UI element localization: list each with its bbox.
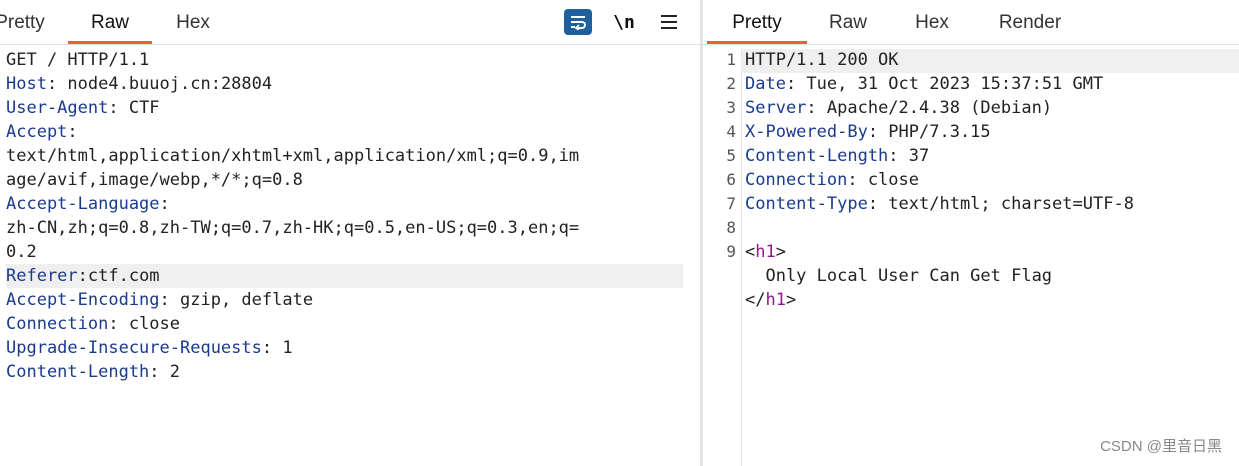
line-number: 1 <box>726 50 736 69</box>
response-line: HTTP/1.1 200 OK <box>745 50 899 70</box>
request-line: GET / HTTP/1.1 <box>6 50 150 70</box>
line-number: 8 <box>726 218 736 237</box>
response-line: Date: Tue, 31 Oct 2023 15:37:51 GMT <box>745 74 1104 94</box>
line-number: 6 <box>726 170 736 189</box>
response-pane: Pretty Raw Hex Render 1 2 3 4 5 6 7 8 9 … <box>703 0 1239 466</box>
line-number: 5 <box>726 146 736 165</box>
html-body-text: Only Local User Can Get Flag <box>745 266 1053 286</box>
watermark: CSDN @里音日黑 <box>1100 438 1222 455</box>
show-newlines-button[interactable]: \n <box>610 9 638 35</box>
response-line: Content-Type: text/html; charset=UTF-8 <box>745 194 1134 214</box>
html-close-tag: </h1> <box>745 290 797 310</box>
wrap-lines-button[interactable] <box>564 9 592 35</box>
line-number-gutter: 1 2 3 4 5 6 7 8 9 <box>703 48 742 466</box>
response-tabbar: Pretty Raw Hex Render <box>703 0 1239 45</box>
line-number: 7 <box>726 194 736 213</box>
request-line: 0.2 <box>6 242 37 262</box>
hamburger-menu-icon <box>661 15 677 29</box>
response-line: Content-Length: 37 <box>745 146 930 166</box>
line-number: 3 <box>726 98 736 117</box>
line-number: 4 <box>726 122 736 141</box>
request-line: zh-CN,zh;q=0.8,zh-TW;q=0.7,zh-HK;q=0.5,e… <box>6 218 580 238</box>
line-number: 2 <box>726 74 736 93</box>
request-tab-hex[interactable]: Hex <box>158 12 228 43</box>
response-tab-render[interactable]: Render <box>987 12 1073 43</box>
request-editor[interactable]: GET / HTTP/1.1 Host: node4.buuoj.cn:2880… <box>6 48 683 384</box>
request-line: Accept-Encoding: gzip, deflate <box>6 290 314 310</box>
request-line: Accept: <box>6 122 78 142</box>
response-line-empty <box>745 216 1239 240</box>
request-line: Content-Length: 2 <box>6 362 181 382</box>
line-number: 9 <box>726 242 736 261</box>
request-line: Upgrade-Insecure-Requests: 1 <box>6 338 293 358</box>
request-menu-button[interactable] <box>655 9 683 35</box>
request-pane: Pretty Raw Hex \n GET / HTTP/1.1 Host: n… <box>0 0 700 466</box>
response-tab-pretty[interactable]: Pretty <box>707 12 807 44</box>
request-line: text/html,application/xhtml+xml,applicat… <box>6 146 580 166</box>
request-tabbar: Pretty Raw Hex \n <box>0 0 700 45</box>
response-line: Server: Apache/2.4.38 (Debian) <box>745 98 1053 118</box>
response-line: X-Powered-By: PHP/7.3.15 <box>745 122 991 142</box>
request-line: Host: node4.buuoj.cn:28804 <box>6 74 273 94</box>
wrap-lines-icon <box>571 16 586 30</box>
request-line: Connection: close <box>6 314 181 334</box>
response-line: Connection: close <box>745 170 920 190</box>
request-line: age/avif,image/webp,*/*;q=0.8 <box>6 170 303 190</box>
request-line: Accept-Language: <box>6 194 170 214</box>
request-line-highlighted: Referer:ctf.com <box>6 264 683 288</box>
response-tab-raw[interactable]: Raw <box>815 12 881 43</box>
response-tab-hex[interactable]: Hex <box>899 12 965 43</box>
request-tab-pretty[interactable]: Pretty <box>0 12 46 43</box>
response-viewer[interactable]: HTTP/1.1 200 OK Date: Tue, 31 Oct 2023 1… <box>745 48 1239 312</box>
request-tab-raw[interactable]: Raw <box>68 12 152 44</box>
request-line: User-Agent: CTF <box>6 98 160 118</box>
html-open-tag: <h1> <box>745 242 786 262</box>
